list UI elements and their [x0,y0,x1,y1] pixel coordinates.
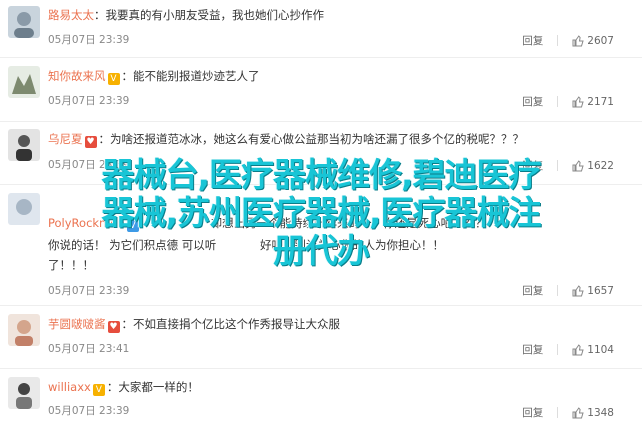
thumbs-up-icon[interactable] [572,343,584,356]
divider [557,407,559,418]
timestamp: 05月07日 23:39 [48,285,130,297]
comment-body: 能不能别报道炒迹艺人了 [133,69,260,83]
username-link[interactable]: PolyRockmen [48,216,125,230]
comment-actions: 回复 1104 [522,342,614,357]
comment-body-fragment: 好吧，别让关心你的人为你担心！！ [259,238,444,252]
comment-text: 乌尼夏 ♥ ：为啥还报道范冰冰，她这么有爱心做公益那当初为啥还漏了很多个亿的税呢？？… [48,129,630,149]
comment-text: 芋圆啵啵酱 ♥ ：不如直接捐个亿比这个作秀报导让大众服 [48,314,630,334]
thumbs-up-icon[interactable] [572,406,584,419]
divider [557,96,559,107]
comment-text: PolyRockmen V 却想出另一个能持续十年来的一，你还是死心吧？？？ [48,213,630,233]
avatar[interactable] [8,129,40,161]
username-link[interactable]: williaxx [48,380,91,394]
comment-actions: 回复 1657 [522,283,614,298]
colon: ： [121,317,134,331]
comment-text: 知你故来风 V ：能不能别报道炒迹艺人了 [48,66,630,86]
avatar[interactable] [8,193,40,225]
reply-button[interactable]: 回复 [522,405,543,420]
comment-text-line2: 你说的话！ 为它们积点德 可以听 好吧，别让关心你的人为你担心！！ [48,235,630,255]
like-count: 1348 [587,406,614,419]
member-badge-icon: ♥ [107,321,120,333]
like-count: 2607 [587,34,614,47]
comment-body: 大家都一样的！ [118,380,199,394]
comment-item: 路易太太：我要真的有小朋友受益，我也她们心抄作作 05月07日 23:39 回复… [0,0,642,58]
like-count: 1657 [587,284,614,297]
comment-body-fragment: 却想出另一个能持续十年来的一，你还是死心吧？？？ [210,216,487,230]
comment-actions: 回复 2607 [522,33,614,48]
comment-item: williaxx V ：大家都一样的！ 05月07日 23:39 回复 1348 [0,369,642,424]
divider [557,285,559,296]
timestamp: 05月07日 23:41 [48,343,130,355]
like-count: 2171 [587,95,614,108]
thumbs-up-icon[interactable] [572,159,584,172]
comment-actions: 回复 1348 [522,405,614,420]
verified-badge-icon: V [92,384,105,396]
thumbs-up-icon[interactable] [572,95,584,108]
reply-button[interactable]: 回复 [522,158,543,173]
divider [557,344,559,355]
verified-badge-icon: V [107,73,120,85]
timestamp: 05月07日 23:39 [48,405,130,417]
username-link[interactable]: 乌尼夏 [48,132,83,146]
reply-button[interactable]: 回复 [522,342,543,357]
colon: ： [121,69,134,83]
comment-feed: 路易太太：我要真的有小朋友受益，我也她们心抄作作 05月07日 23:39 回复… [0,0,642,424]
like-count: 1104 [587,343,614,356]
reply-button[interactable]: 回复 [522,94,543,109]
avatar[interactable] [8,66,40,98]
thumbs-up-icon[interactable] [572,284,584,297]
avatar[interactable] [8,377,40,409]
timestamp: 05月07日 23:39 [48,95,130,107]
comment-body: 我要真的有小朋友受益，我也她们心抄作作 [105,8,325,22]
username-link[interactable]: 路易太太 [48,8,94,22]
divider [557,160,559,171]
comment-text: 路易太太：我要真的有小朋友受益，我也她们心抄作作 [48,5,630,25]
avatar[interactable] [8,314,40,346]
colon: ： [98,132,111,146]
timestamp: 05月07日 23:39 [48,34,130,46]
timestamp: 05月07日 23:39 [48,159,130,171]
comment-item: 芋圆啵啵酱 ♥ ：不如直接捐个亿比这个作秀报导让大众服 05月07日 23:41 回… [0,306,642,369]
comment-item: 乌尼夏 ♥ ：为啥还报道范冰冰，她这么有爱心做公益那当初为啥还漏了很多个亿的税呢？？… [0,122,642,185]
member-badge-icon: ♥ [84,136,97,148]
reply-button[interactable]: 回复 [522,283,543,298]
colon: ： [106,380,119,394]
comment-body: 不如直接捐个亿比这个作秀报导让大众服 [133,317,340,331]
comment-item: PolyRockmen V 却想出另一个能持续十年来的一，你还是死心吧？？？ 你说的… [0,185,642,306]
like-count: 1622 [587,159,614,172]
avatar[interactable] [8,6,40,38]
thumbs-up-icon[interactable] [572,34,584,47]
username-link[interactable]: 知你故来风 [48,69,106,83]
username-link[interactable]: 芋圆啵啵酱 [48,317,106,331]
comment-actions: 回复 1622 [522,158,614,173]
comment-body: 为啥还报道范冰冰，她这么有爱心做公益那当初为啥还漏了很多个亿的税呢？？？ [110,132,524,146]
comment-text: williaxx V ：大家都一样的！ [48,377,630,397]
reply-button[interactable]: 回复 [522,33,543,48]
comment-body-fragment: 你说的话！ [48,238,106,252]
comment-item: 知你故来风 V ：能不能别报道炒迹艺人了 05月07日 23:39 回复 2171 [0,58,642,122]
colon: ： [94,8,106,22]
comment-text-line3: 了！！！ [48,255,630,275]
verified-badge-icon: V [126,220,139,232]
comment-body-fragment: 为它们积点德 可以听 [109,238,217,252]
comment-body-fragment: 了！！！ [48,258,94,272]
divider [557,35,559,46]
comment-actions: 回复 2171 [522,94,614,109]
